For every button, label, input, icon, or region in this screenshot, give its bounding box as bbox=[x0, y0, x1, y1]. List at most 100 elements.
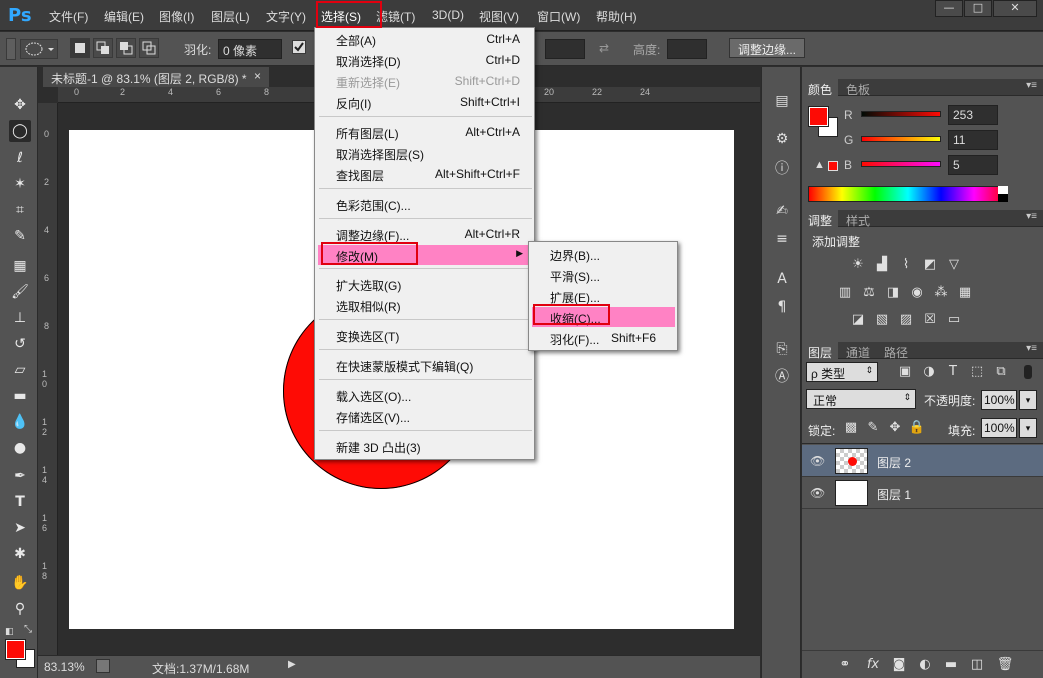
opacity-dropdown-icon[interactable]: ▾ bbox=[1019, 390, 1037, 410]
zoom-tool-icon[interactable]: ⚲ bbox=[9, 598, 31, 620]
new-adjustment-icon[interactable]: ◐ bbox=[916, 656, 934, 674]
info-icon[interactable]: ⓘ bbox=[772, 159, 792, 179]
lock-pixels-icon[interactable]: ✎ bbox=[864, 419, 882, 437]
eyedropper-tool-icon[interactable]: ✎ bbox=[9, 225, 31, 247]
filter-toggle[interactable] bbox=[1024, 365, 1032, 379]
paragraph-icon[interactable]: ¶ bbox=[772, 297, 792, 317]
minimize-button[interactable]: — bbox=[935, 0, 963, 17]
fill-dropdown-icon[interactable]: ▾ bbox=[1019, 418, 1037, 438]
tab-layers[interactable]: 图层 bbox=[802, 342, 839, 360]
filter-smart-icon[interactable]: ⧉ bbox=[992, 363, 1010, 381]
lock-all-icon[interactable]: 🔒 bbox=[908, 419, 926, 437]
pen-tool-icon[interactable]: ✒ bbox=[9, 465, 31, 487]
shape-tool-icon[interactable]: ✱ bbox=[9, 543, 31, 565]
submenu-item-feather[interactable]: 羽化(F)... Shift+F6 bbox=[532, 328, 675, 348]
close-button[interactable]: ✕ bbox=[993, 0, 1037, 17]
filter-type-icon[interactable]: T bbox=[944, 363, 962, 381]
vibrance-icon[interactable]: ▽ bbox=[945, 256, 963, 274]
menu-item-all[interactable]: 全部(A) Ctrl+A bbox=[336, 29, 532, 49]
filter-shape-icon[interactable]: ⬚ bbox=[968, 363, 986, 381]
menu-file[interactable]: 文件(F) bbox=[49, 8, 88, 25]
gamut-swatch[interactable] bbox=[828, 161, 838, 171]
eraser-tool-icon[interactable]: ▱ bbox=[9, 359, 31, 381]
maximize-button[interactable]: □ bbox=[964, 0, 992, 17]
lasso-tool-icon[interactable]: ℓ bbox=[9, 147, 31, 169]
blue-value[interactable]: 5 bbox=[948, 155, 998, 175]
channel-mixer-icon[interactable]: ⁂ bbox=[932, 284, 950, 302]
tab-adjustments[interactable]: 调整 bbox=[802, 210, 839, 228]
red-value[interactable]: 253 bbox=[948, 105, 998, 125]
photo-filter-icon[interactable]: ◉ bbox=[908, 284, 926, 302]
anti-alias-checkbox[interactable] bbox=[292, 40, 306, 54]
invert-icon[interactable]: ◪ bbox=[849, 311, 867, 329]
subtract-selection-icon[interactable] bbox=[116, 38, 136, 58]
hand-tool-icon[interactable]: ✋ bbox=[9, 572, 31, 594]
menu-item-all-layers[interactable]: 所有图层(L) Alt+Ctrl+A bbox=[336, 122, 532, 142]
healing-brush-tool-icon[interactable]: ▦ bbox=[9, 255, 31, 277]
layer-name[interactable]: 图层 1 bbox=[877, 486, 911, 503]
swap-icon[interactable]: ⇄ bbox=[599, 41, 609, 55]
default-colors-icon[interactable]: ◧ bbox=[5, 626, 14, 637]
tab-paths[interactable]: 路径 bbox=[878, 342, 914, 360]
color-balance-icon[interactable]: ⚖ bbox=[860, 284, 878, 302]
brush-presets-icon[interactable]: ≡ bbox=[772, 229, 792, 249]
opacity-input[interactable]: 100% bbox=[981, 390, 1017, 410]
menu-item-find-layers[interactable]: 查找图层 Alt+Shift+Ctrl+F bbox=[336, 164, 532, 184]
layer-row[interactable]: 👁 图层 1 bbox=[802, 477, 1043, 509]
menu-item-similar[interactable]: 选取相似(R) bbox=[336, 295, 532, 315]
fill-input[interactable]: 100% bbox=[981, 418, 1017, 438]
color-spectrum[interactable] bbox=[808, 186, 1008, 202]
menu-item-color-range[interactable]: 色彩范围(C)... bbox=[336, 194, 532, 214]
posterize-icon[interactable]: ▧ bbox=[873, 311, 891, 329]
lock-transparency-icon[interactable]: ▩ bbox=[842, 419, 860, 437]
filter-adjustment-icon[interactable]: ◑ bbox=[920, 363, 938, 381]
green-value[interactable]: 11 bbox=[948, 130, 998, 150]
magic-wand-tool-icon[interactable]: ✶ bbox=[9, 173, 31, 195]
delete-layer-icon[interactable]: 🗑 bbox=[996, 656, 1014, 674]
panel-menu-icon[interactable]: ▾≡ bbox=[1026, 211, 1037, 222]
red-slider[interactable] bbox=[861, 111, 941, 117]
add-mask-icon[interactable]: ◙ bbox=[890, 656, 908, 674]
menu-item-refine-edge[interactable]: 调整边缘(F)... Alt+Ctrl+R bbox=[336, 224, 532, 244]
menu-item-inverse[interactable]: 反向(I) Shift+Ctrl+I bbox=[336, 92, 532, 112]
elliptical-marquee-tool-icon[interactable]: ◯ bbox=[9, 120, 31, 142]
height-input[interactable] bbox=[667, 39, 707, 59]
add-selection-icon[interactable] bbox=[93, 38, 113, 58]
blur-tool-icon[interactable]: 💧 bbox=[9, 411, 31, 433]
color-lookup-icon[interactable]: ▦ bbox=[956, 284, 974, 302]
link-layers-icon[interactable]: ⚭ bbox=[836, 656, 854, 674]
clone-stamp-tool-icon[interactable]: ⊥ bbox=[9, 307, 31, 329]
zoom-level[interactable]: 83.13% bbox=[44, 660, 85, 674]
brightness-icon[interactable]: ☀ bbox=[849, 256, 867, 274]
menu-item-deselect[interactable]: 取消选择(D) Ctrl+D bbox=[336, 50, 532, 70]
path-selection-tool-icon[interactable]: ➤ bbox=[9, 517, 31, 539]
threshold-icon[interactable]: ▨ bbox=[897, 311, 915, 329]
brush-panel-icon[interactable]: ✍ bbox=[772, 201, 792, 221]
width-input[interactable] bbox=[545, 39, 585, 59]
document-tab[interactable]: 未标题-1 @ 83.1% (图层 2, RGB/8) * × bbox=[43, 67, 269, 87]
tab-swatches[interactable]: 色板 bbox=[840, 79, 876, 97]
layer-row[interactable]: 👁 图层 2 bbox=[802, 445, 1043, 477]
menu-item-new-3d-extrusion[interactable]: 新建 3D 凸出(3) bbox=[336, 436, 532, 456]
green-slider[interactable] bbox=[861, 136, 941, 142]
submenu-item-smooth[interactable]: 平滑(S)... bbox=[532, 265, 675, 285]
menu-item-save-selection[interactable]: 存储选区(V)... bbox=[336, 406, 532, 426]
menu-item-deselect-layers[interactable]: 取消选择图层(S) bbox=[336, 143, 532, 163]
status-menu-arrow-icon[interactable]: ▶ bbox=[288, 659, 296, 670]
panel-menu-icon[interactable]: ▾≡ bbox=[1026, 80, 1037, 91]
foreground-color-swatch[interactable] bbox=[5, 639, 26, 660]
black-white-icon[interactable]: ◨ bbox=[884, 284, 902, 302]
gradient-map-icon[interactable]: ▭ bbox=[945, 311, 963, 329]
submenu-item-border[interactable]: 边界(B)... bbox=[532, 244, 675, 264]
new-group-icon[interactable]: ▬ bbox=[942, 656, 960, 674]
layer-filter-select[interactable]: ρ 类型 ⇕ bbox=[806, 362, 878, 382]
swap-colors-icon[interactable]: ⤡ bbox=[24, 624, 32, 635]
navigator-icon[interactable]: ⚙ bbox=[772, 129, 792, 149]
blend-mode-select[interactable]: 正常 ⇕ bbox=[806, 389, 916, 409]
history-icon[interactable]: ▤ bbox=[772, 91, 792, 111]
layer-comps-icon[interactable]: ⎘ bbox=[772, 339, 792, 359]
refine-edge-button[interactable]: 调整边缘... bbox=[729, 38, 806, 58]
gradient-tool-icon[interactable]: ▬ bbox=[9, 385, 31, 407]
tab-styles[interactable]: 样式 bbox=[840, 210, 876, 228]
intersect-selection-icon[interactable] bbox=[139, 38, 159, 58]
